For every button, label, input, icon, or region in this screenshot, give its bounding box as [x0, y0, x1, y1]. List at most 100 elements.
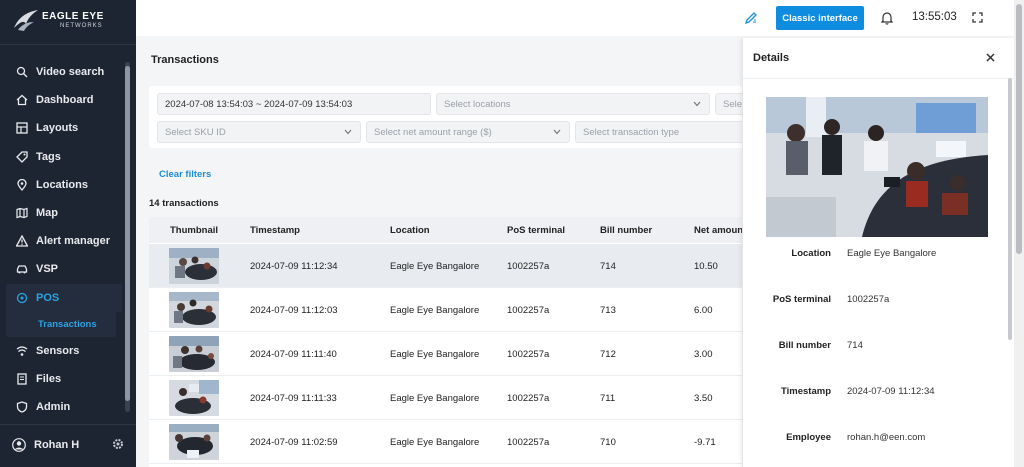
eagle-logo-icon	[14, 10, 38, 31]
sidebar-item-label: Map	[36, 207, 58, 220]
car-icon	[16, 265, 28, 274]
clock: 13:55:03	[912, 11, 957, 23]
gear-icon[interactable]	[112, 438, 124, 450]
column-header[interactable]: Bill number	[600, 225, 652, 236]
sidebar-item-vsp[interactable]: VSP	[0, 255, 124, 283]
sidebar-item-map[interactable]: Map	[0, 199, 124, 227]
detail-label: Bill number	[778, 340, 831, 351]
table-row[interactable]: 2024-07-09 11:11:40 Eagle Eye Bangalore …	[149, 332, 743, 376]
cell-location: Eagle Eye Bangalore	[390, 437, 480, 448]
alert-icon	[16, 235, 28, 247]
cell-amount: 6.00	[694, 305, 713, 316]
details-title: Details	[753, 52, 790, 64]
locations-select[interactable]: Select locations	[436, 93, 710, 115]
sidebar-item-label: Locations	[36, 178, 88, 191]
fullscreen-icon[interactable]	[972, 12, 983, 23]
cell-terminal: 1002257a	[507, 349, 550, 360]
sidebar-scroll-thumb[interactable]	[125, 66, 130, 401]
transaction-thumbnail[interactable]	[169, 292, 219, 328]
close-icon[interactable]	[986, 53, 995, 62]
sidebar-item-video-search[interactable]: Video search	[0, 58, 124, 86]
table-row[interactable]: 2024-07-09 11:11:33 Eagle Eye Bangalore …	[149, 376, 743, 420]
edit-pen-icon[interactable]	[744, 11, 758, 25]
sidebar-item-label: Tags	[36, 150, 61, 163]
sidebar-item-label: Video search	[36, 66, 105, 79]
cell-bill: 714	[600, 261, 616, 272]
cell-location: Eagle Eye Bangalore	[390, 305, 480, 316]
table-row[interactable]: 2024-07-09 11:12:03 Eagle Eye Bangalore …	[149, 288, 743, 332]
detail-value: rohan.h@een.com	[847, 432, 926, 443]
transaction-type-select[interactable]: Select transaction type	[575, 121, 749, 143]
table-row[interactable]: 2024-07-09 11:02:59 Eagle Eye Bangalore …	[149, 420, 743, 464]
locations-placeholder: Select locations	[444, 98, 511, 110]
avatar-icon	[12, 438, 26, 452]
transaction-count: 14 transactions	[149, 198, 219, 209]
page-scrollbar[interactable]	[1014, 0, 1024, 467]
map-icon	[16, 207, 28, 219]
table-row[interactable]: 2024-07-09 11:12:34 Eagle Eye Bangalore …	[149, 244, 743, 288]
classic-interface-button[interactable]: Classic interface	[776, 6, 864, 30]
sidebar-item-label: VSP	[36, 263, 59, 276]
transaction-thumbnail[interactable]	[169, 336, 219, 372]
cell-terminal: 1002257a	[507, 261, 550, 272]
sidebar-item-label: Admin	[36, 401, 71, 414]
column-header[interactable]: PoS terminal	[507, 225, 565, 236]
cell-bill: 713	[600, 305, 616, 316]
sensor-icon	[16, 346, 28, 356]
cell-location: Eagle Eye Bangalore	[390, 393, 480, 404]
net-amount-select[interactable]: Select net amount range ($)	[366, 121, 570, 143]
details-scrollbar[interactable]	[1008, 78, 1012, 340]
sidebar-item-sensors[interactable]: Sensors	[0, 337, 124, 365]
detail-label: PoS terminal	[772, 294, 831, 305]
cell-amount: 10.50	[694, 261, 718, 272]
user-menu[interactable]: Rohan H	[12, 434, 124, 456]
transaction-snapshot-image[interactable]	[766, 97, 988, 237]
sidebar-subitem-transactions[interactable]: Transactions	[6, 311, 116, 337]
sidebar-item-admin[interactable]: Admin	[0, 393, 124, 421]
sku-select[interactable]: Select SKU ID	[157, 121, 361, 143]
net-amount-placeholder: Select net amount range ($)	[374, 126, 492, 138]
sidebar-item-pos[interactable]: POS	[6, 283, 122, 312]
detail-label: Timestamp	[781, 386, 831, 397]
detail-value: Eagle Eye Bangalore	[847, 248, 937, 259]
sidebar-item-label: Alert manager	[36, 235, 110, 248]
sidebar-item-locations[interactable]: Locations	[0, 171, 124, 199]
cell-terminal: 1002257a	[507, 305, 550, 316]
date-range-picker[interactable]: 2024-07-08 13:54:03 ~ 2024-07-09 13:54:0…	[157, 93, 431, 115]
transaction-thumbnail[interactable]	[169, 248, 219, 284]
sidebar-item-label: POS	[36, 291, 60, 304]
sidebar-item-layouts[interactable]: Layouts	[0, 114, 124, 142]
column-header[interactable]: Net amount	[694, 225, 743, 236]
sidebar-item-dashboard[interactable]: Dashboard	[0, 86, 124, 114]
transaction-thumbnail[interactable]	[169, 380, 219, 416]
video-search-icon	[16, 66, 28, 78]
column-header[interactable]: Thumbnail	[170, 225, 218, 236]
cell-timestamp: 2024-07-09 11:11:33	[250, 393, 337, 404]
page-scroll-thumb[interactable]	[1016, 4, 1022, 254]
clear-filters-link[interactable]: Clear filters	[159, 169, 211, 180]
detail-value: 1002257a	[847, 294, 890, 305]
column-header[interactable]: Timestamp	[250, 225, 300, 236]
cell-location: Eagle Eye Bangalore	[390, 349, 480, 360]
detail-label: Location	[791, 248, 831, 259]
cell-timestamp: 2024-07-09 11:11:40	[250, 349, 337, 360]
sidebar-nav: Video search Dashboard Layouts Tags Loca…	[0, 58, 124, 421]
page-title: Transactions	[151, 54, 219, 66]
user-name: Rohan H	[34, 439, 80, 451]
tag-icon	[16, 151, 28, 163]
sidebar-item-label: Files	[36, 372, 62, 385]
details-divider	[743, 78, 1015, 79]
sidebar-item-files[interactable]: Files	[0, 365, 124, 393]
cell-bill: 711	[600, 393, 616, 404]
cell-terminal: 1002257a	[507, 393, 550, 404]
column-header[interactable]: Location	[390, 225, 430, 236]
logo[interactable]: EAGLE EYE NETWORKS	[12, 8, 122, 32]
cell-location: Eagle Eye Bangalore	[390, 261, 480, 272]
cell-amount: 3.00	[694, 349, 713, 360]
sidebar-item-alert-manager[interactable]: Alert manager	[0, 227, 124, 255]
sidebar-item-tags[interactable]: Tags	[0, 143, 124, 171]
details-panel: Details Location Eagle Eye Bangalore PoS…	[742, 38, 1015, 467]
bell-icon[interactable]	[881, 11, 893, 25]
table-header: Thumbnail Timestamp Location PoS termina…	[149, 217, 743, 243]
transaction-thumbnail[interactable]	[169, 424, 219, 460]
